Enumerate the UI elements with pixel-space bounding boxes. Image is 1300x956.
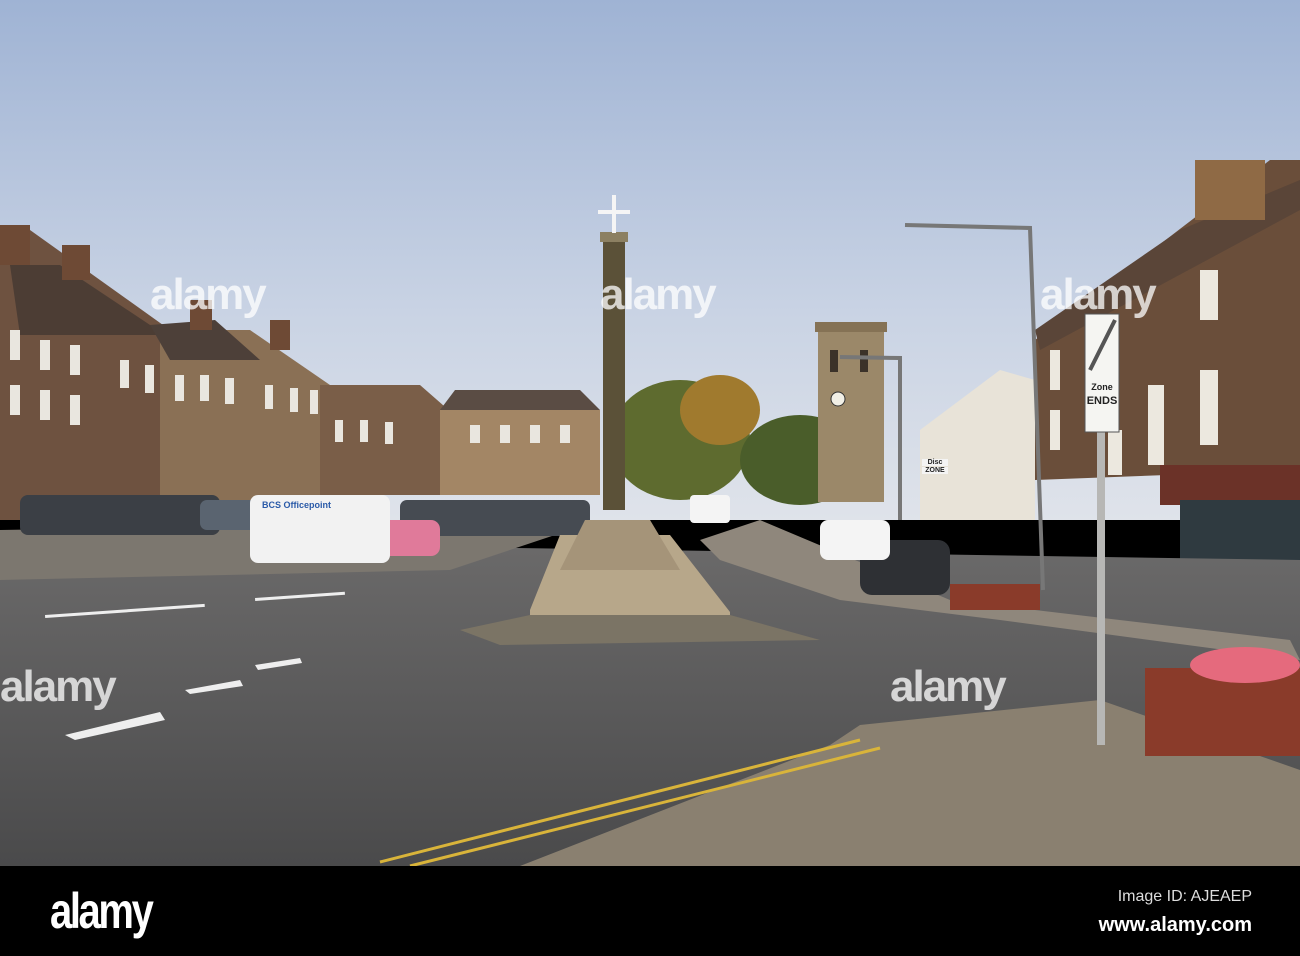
street-scene: [0, 0, 1300, 866]
zone-sign-bottom: ENDS: [1086, 395, 1118, 407]
photo: Zone ENDS Disc ZONE BCS Officepoint alam…: [0, 0, 1300, 956]
image-id: Image ID: AJEAEP: [1117, 888, 1252, 905]
watermark: alamy: [890, 662, 1007, 711]
watermark: alamy: [1040, 270, 1157, 319]
site-url[interactable]: www.alamy.com: [1099, 914, 1252, 937]
church-tower: [815, 322, 887, 502]
disc-sign-bottom: ZONE: [922, 467, 948, 474]
alamy-logo: alamy: [50, 883, 154, 939]
watermark: alamy: [150, 270, 267, 319]
disc-sign-top: Disc: [922, 459, 948, 466]
footer-bar: alamy Image ID: AJEAEP www.alamy.com: [0, 866, 1300, 956]
van-lettering: BCS Officepoint: [262, 500, 331, 510]
watermark: alamy: [600, 270, 717, 319]
zone-sign-top: Zone: [1091, 382, 1113, 392]
watermark: alamy: [0, 662, 117, 711]
